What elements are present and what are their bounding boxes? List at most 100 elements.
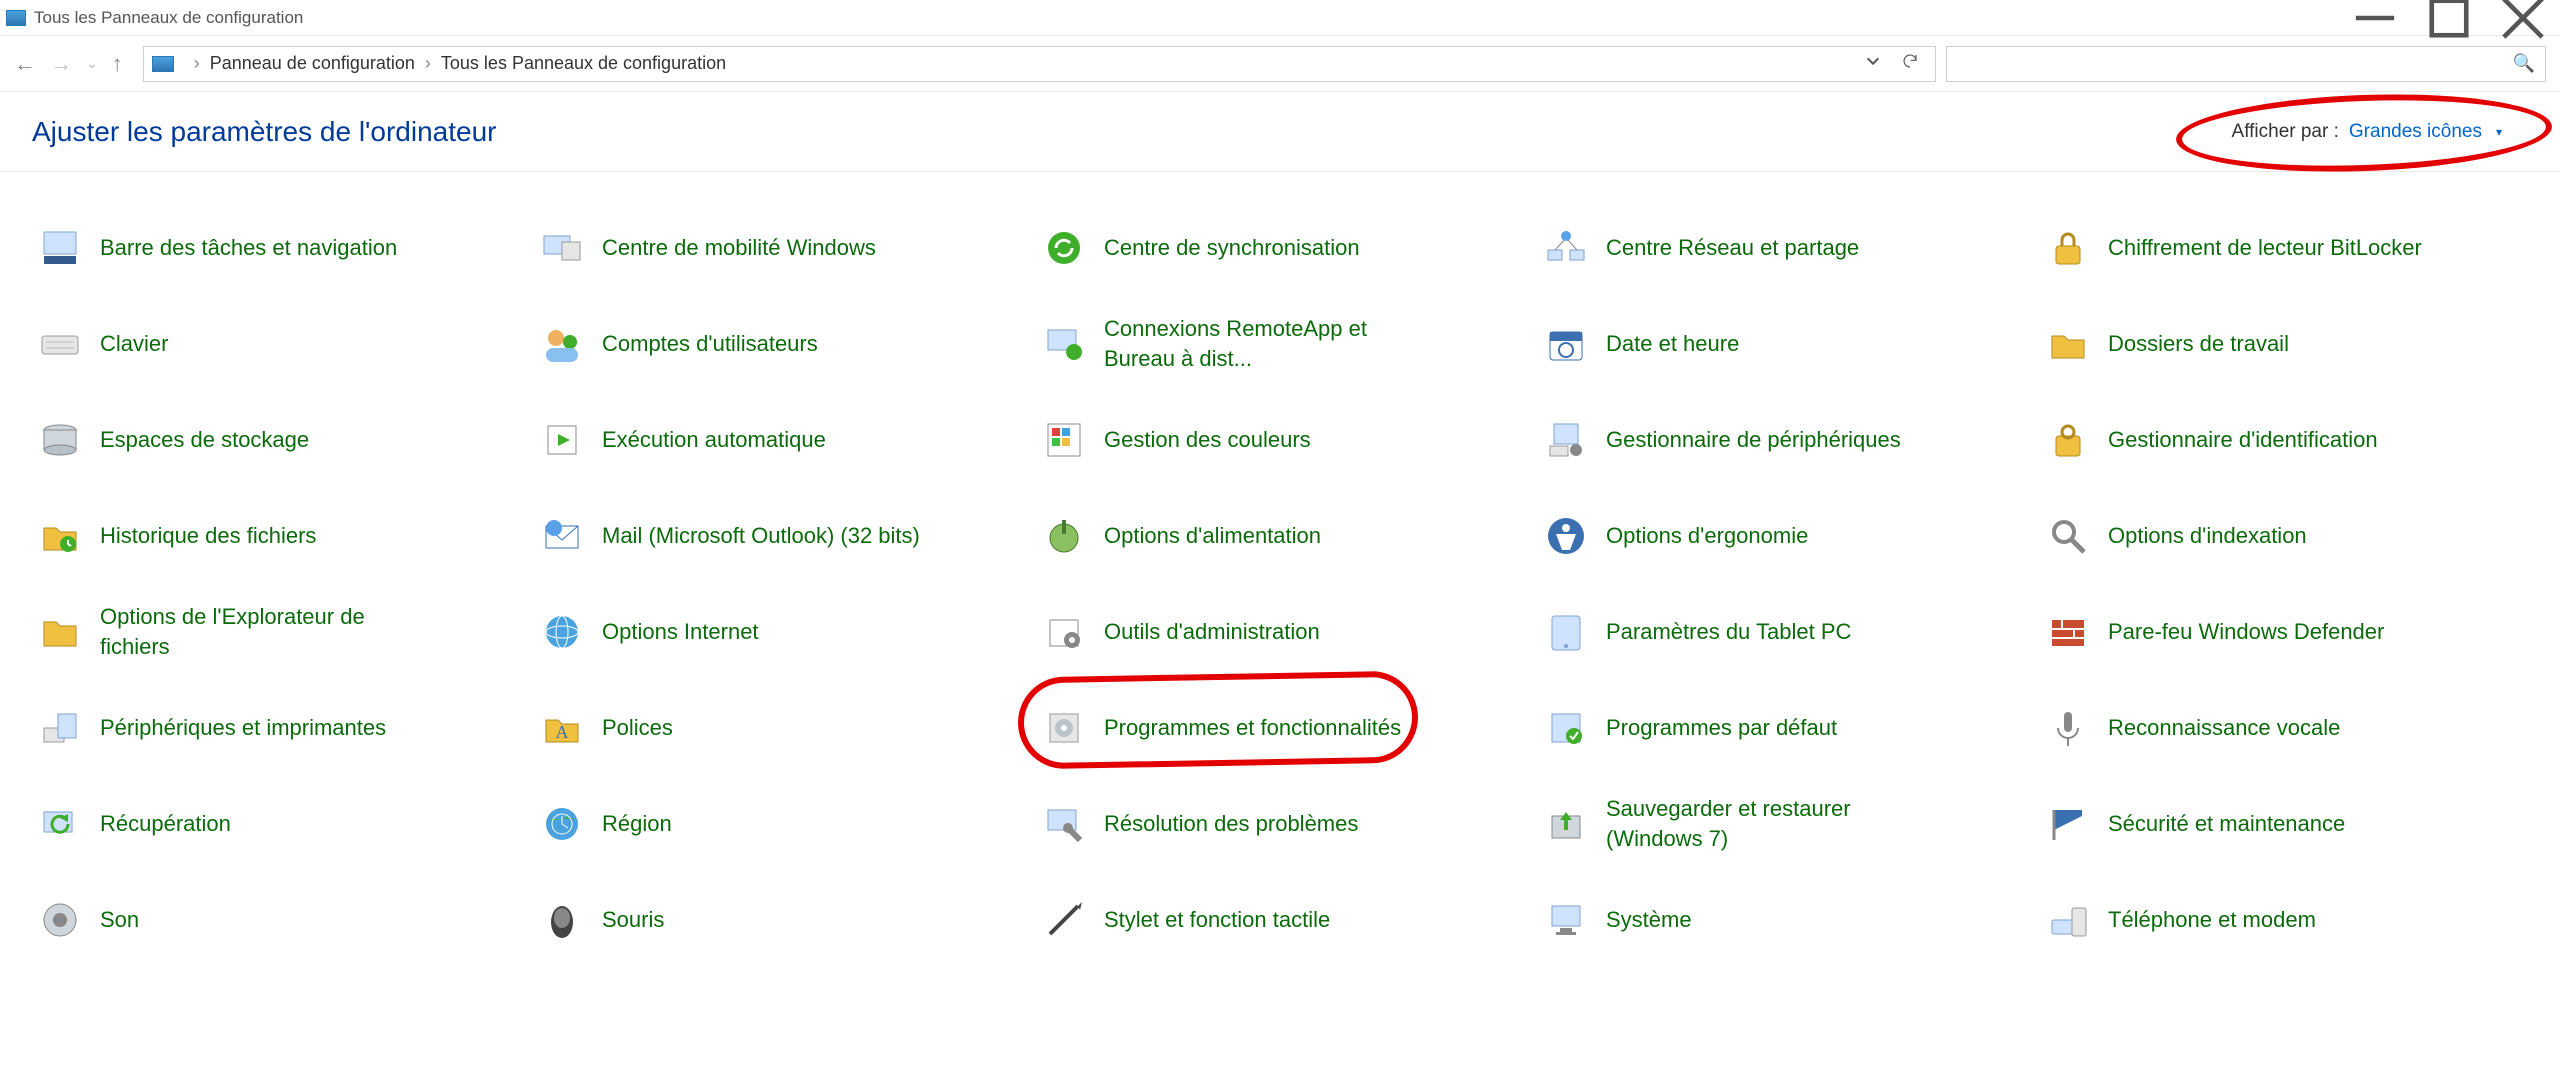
control-panel-item-label: Barre des tâches et navigation xyxy=(100,233,397,263)
control-panel-item[interactable]: Centre de synchronisation xyxy=(1034,212,1526,284)
credential-icon xyxy=(2044,416,2092,464)
control-panel-item[interactable]: Barre des tâches et navigation xyxy=(30,212,522,284)
control-panel-item[interactable]: Région xyxy=(532,788,1024,860)
mobility-icon xyxy=(538,224,586,272)
control-panel-item-label: Clavier xyxy=(100,329,168,359)
control-panel-item-label: Dossiers de travail xyxy=(2108,329,2289,359)
control-panel-item[interactable]: Centre Réseau et partage xyxy=(1536,212,2028,284)
control-panel-item-label: Options Internet xyxy=(602,617,759,647)
nav-forward-button[interactable]: → xyxy=(50,51,72,77)
control-panel-item[interactable]: Options Internet xyxy=(532,596,1024,668)
control-panel-item-label: Centre de synchronisation xyxy=(1104,233,1360,263)
control-panel-item-label: Connexions RemoteApp et Bureau à dist... xyxy=(1104,314,1434,373)
control-panel-item[interactable]: Options de l'Explorateur de fichiers xyxy=(30,596,522,668)
breadcrumb-part-2[interactable]: Tous les Panneaux de configuration xyxy=(441,53,726,74)
autoplay-icon xyxy=(538,416,586,464)
pen-icon xyxy=(1040,896,1088,944)
control-panel-item[interactable]: Centre de mobilité Windows xyxy=(532,212,1024,284)
control-panel-item[interactable]: Gestion des couleurs xyxy=(1034,404,1526,476)
search-icon[interactable]: 🔍 xyxy=(2513,53,2535,74)
window-title: Tous les Panneaux de configuration xyxy=(34,8,303,28)
control-panel-item[interactable]: Outils d'administration xyxy=(1034,596,1526,668)
control-panel-item[interactable]: Pare-feu Windows Defender xyxy=(2038,596,2530,668)
control-panel-item[interactable]: Programmes par défaut xyxy=(1536,692,2028,764)
users-icon xyxy=(538,320,586,368)
control-panel-item[interactable]: Espaces de stockage xyxy=(30,404,522,476)
control-panel-items-grid: Barre des tâches et navigation Centre de … xyxy=(0,172,2560,996)
search-input[interactable] xyxy=(1957,53,2513,74)
search-box[interactable]: 🔍 xyxy=(1946,46,2546,82)
view-by-selector[interactable]: Afficher par : Grandes icônes ▾ xyxy=(2206,115,2528,149)
control-panel-mini-icon xyxy=(152,56,174,72)
control-panel-item[interactable]: Historique des fichiers xyxy=(30,500,522,572)
control-panel-item[interactable]: Sécurité et maintenance xyxy=(2038,788,2530,860)
datetime-icon xyxy=(1542,320,1590,368)
control-panel-item[interactable]: Clavier xyxy=(30,308,522,380)
window-close-button[interactable] xyxy=(2500,3,2546,33)
security-icon xyxy=(2044,800,2092,848)
window-maximize-button[interactable] xyxy=(2426,3,2472,33)
control-panel-item[interactable]: Souris xyxy=(532,884,1024,956)
region-icon xyxy=(538,800,586,848)
control-panel-item[interactable]: Périphériques et imprimantes xyxy=(30,692,522,764)
control-panel-item[interactable]: Mail (Microsoft Outlook) (32 bits) xyxy=(532,500,1024,572)
network-icon xyxy=(1542,224,1590,272)
control-panel-item-label: Centre Réseau et partage xyxy=(1606,233,1859,263)
control-panel-item[interactable]: Date et heure xyxy=(1536,308,2028,380)
breadcrumb-separator-icon: › xyxy=(194,53,200,74)
control-panel-item[interactable]: Chiffrement de lecteur BitLocker xyxy=(2038,212,2530,284)
control-panel-item-label: Gestionnaire d'identification xyxy=(2108,425,2378,455)
nav-back-button[interactable]: ← xyxy=(14,51,36,77)
control-panel-item[interactable]: Stylet et fonction tactile xyxy=(1034,884,1526,956)
control-panel-item-label: Sauvegarder et restaurer (Windows 7) xyxy=(1606,794,1936,853)
control-panel-item[interactable]: Programmes et fonctionnalités xyxy=(1034,692,1526,764)
control-panel-item[interactable]: Récupération xyxy=(30,788,522,860)
control-panel-item[interactable]: Options d'indexation xyxy=(2038,500,2530,572)
address-bar[interactable]: › Panneau de configuration › Tous les Pa… xyxy=(143,46,1936,82)
control-panel-item-label: Comptes d'utilisateurs xyxy=(602,329,818,359)
control-panel-item-label: Souris xyxy=(602,905,664,935)
control-panel-item[interactable]: Options d'alimentation xyxy=(1034,500,1526,572)
workfolders-icon xyxy=(2044,320,2092,368)
window-minimize-button[interactable] xyxy=(2352,3,2398,33)
recovery-icon xyxy=(36,800,84,848)
sync-icon xyxy=(1040,224,1088,272)
control-panel-item-label: Exécution automatique xyxy=(602,425,826,455)
nav-up-button[interactable]: ↑ xyxy=(112,51,123,77)
control-panel-item-label: Date et heure xyxy=(1606,329,1739,359)
control-panel-item[interactable]: Paramètres du Tablet PC xyxy=(1536,596,2028,668)
control-panel-item-label: Programmes par défaut xyxy=(1606,713,1837,743)
control-panel-item[interactable]: Exécution automatique xyxy=(532,404,1024,476)
breadcrumb-part-1[interactable]: Panneau de configuration xyxy=(210,53,415,74)
control-panel-item[interactable]: Résolution des problèmes xyxy=(1034,788,1526,860)
control-panel-item[interactable]: Téléphone et modem xyxy=(2038,884,2530,956)
control-panel-item[interactable]: Gestionnaire de périphériques xyxy=(1536,404,2028,476)
control-panel-item[interactable]: Polices xyxy=(532,692,1024,764)
firewall-icon xyxy=(2044,608,2092,656)
control-panel-item[interactable]: Système xyxy=(1536,884,2028,956)
control-panel-item[interactable]: Reconnaissance vocale xyxy=(2038,692,2530,764)
breadcrumb-separator-icon: › xyxy=(425,53,431,74)
phone-icon xyxy=(2044,896,2092,944)
control-panel-item[interactable]: Gestionnaire d'identification xyxy=(2038,404,2530,476)
refresh-button[interactable] xyxy=(1901,52,1919,75)
control-panel-item-label: Son xyxy=(100,905,139,935)
control-panel-item[interactable]: Connexions RemoteApp et Bureau à dist... xyxy=(1034,308,1526,380)
control-panel-item-label: Gestionnaire de périphériques xyxy=(1606,425,1901,455)
control-panel-item[interactable]: Options d'ergonomie xyxy=(1536,500,2028,572)
control-panel-item[interactable]: Sauvegarder et restaurer (Windows 7) xyxy=(1536,788,2028,860)
nav-recent-dropdown-icon[interactable]: ⌄ xyxy=(86,55,98,72)
control-panel-item-label: Récupération xyxy=(100,809,231,839)
address-bar-dropdown-icon[interactable] xyxy=(1865,53,1881,74)
defaults-icon xyxy=(1542,704,1590,752)
page-header: Ajuster les paramètres de l'ordinateur A… xyxy=(0,92,2560,172)
control-panel-item[interactable]: Comptes d'utilisateurs xyxy=(532,308,1024,380)
control-panel-item[interactable]: Dossiers de travail xyxy=(2038,308,2530,380)
control-panel-item-label: Centre de mobilité Windows xyxy=(602,233,876,263)
window-titlebar: Tous les Panneaux de configuration xyxy=(0,0,2560,36)
control-panel-item-label: Programmes et fonctionnalités xyxy=(1104,713,1401,743)
control-panel-item-label: Résolution des problèmes xyxy=(1104,809,1358,839)
control-panel-item[interactable]: Son xyxy=(30,884,522,956)
indexing-icon xyxy=(2044,512,2092,560)
control-panel-item-label: Périphériques et imprimantes xyxy=(100,713,386,743)
